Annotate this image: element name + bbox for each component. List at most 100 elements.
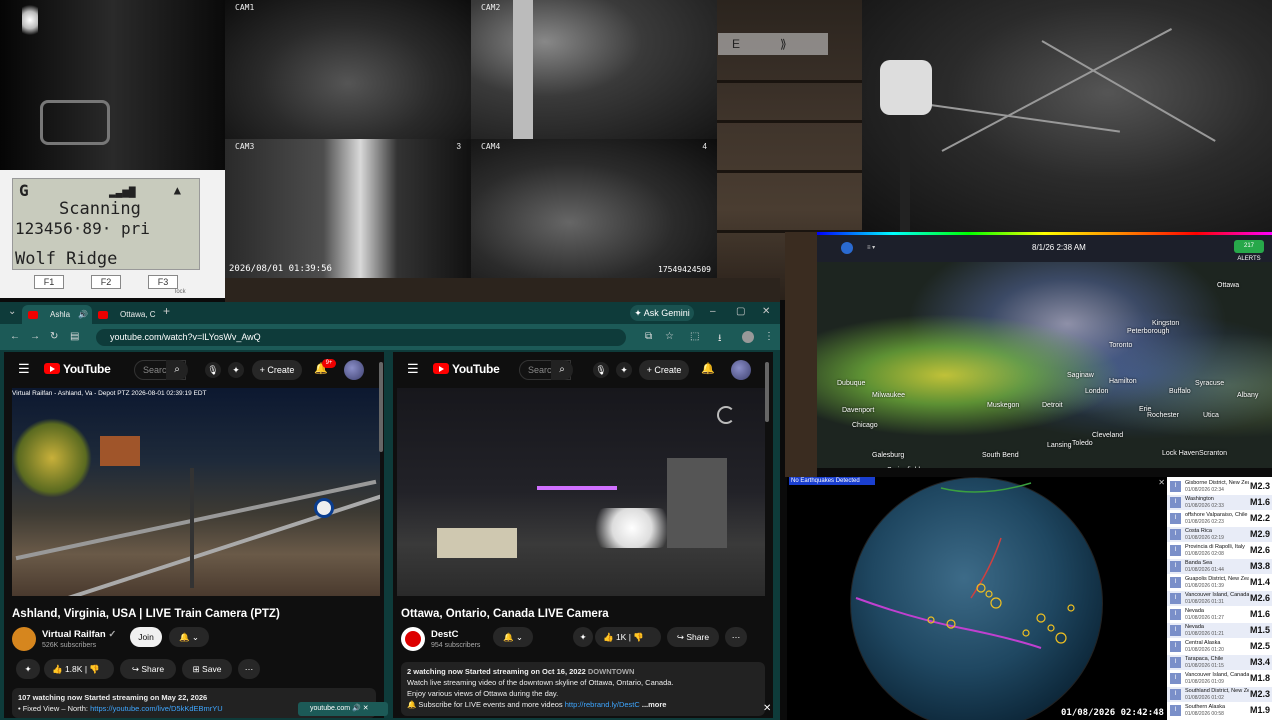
mic-icon[interactable]: 🎙 (593, 362, 609, 378)
search-button[interactable]: ⌕ (551, 360, 573, 380)
hamburger-menu-icon[interactable]: ☰ (18, 361, 30, 377)
quake-time: 01/08/2026 02:33 (1185, 503, 1224, 509)
more-actions-icon[interactable]: ⋯ (238, 659, 260, 679)
tab-ottawa[interactable]: Ottawa, C ✕ (92, 305, 158, 338)
description-line-3: Enjoy various views of Ottawa during the… (407, 689, 559, 698)
youtube-logo[interactable]: YouTube (44, 362, 111, 376)
quake-list-item[interactable]: I Provincia di Rapolli, Italy 01/08/2026 0… (1167, 543, 1272, 558)
quake-list-item[interactable]: I Central Alaska 01/08/2026 01:20 M2.5 (1167, 639, 1272, 654)
quake-list-item[interactable]: Ioffshore Valparaiso, Chile 01/08/2026 02… (1167, 511, 1272, 526)
quake-list-item[interactable]: I Tarapaca, Chile 01/08/2026 01:15 M3.4 (1167, 655, 1272, 670)
save-button[interactable]: ⊞ Save (182, 659, 232, 679)
back-arrow-icon[interactable]: ← (10, 331, 20, 342)
quake-list-item[interactable]: I Costa Rica 01/08/2026 02:19 M2.9 (1167, 527, 1272, 542)
radar-map[interactable]: Ottawa Kingston Peterborough Toronto Hamilto… (817, 262, 1272, 468)
scrollbar[interactable] (379, 362, 383, 452)
ai-summary-button[interactable]: ✦ (573, 627, 593, 647)
radar-menu[interactable]: ≡ ▾ (867, 244, 875, 251)
mic-icon[interactable]: 🎙 (205, 362, 221, 378)
quake-list-item[interactable]: I Vancouver Island, Canada r...01/08/2026… (1167, 671, 1272, 686)
hamburger-menu-icon[interactable]: ☰ (407, 361, 419, 377)
menu-dots-icon[interactable]: ⋮ (764, 331, 774, 342)
create-button[interactable]: + Create (252, 360, 302, 380)
video-overlay-text: Virtual Railfan - Ashland, Va - Depot PT… (12, 390, 207, 397)
scanner-f1-key[interactable]: F1 (34, 275, 64, 289)
scrollbar[interactable] (765, 362, 769, 422)
ai-sparkle-icon[interactable]: ✦ (228, 362, 244, 378)
share-label: Share (141, 664, 165, 674)
cam4-feed: CAM4 4 17549424509 (471, 139, 717, 278)
rebrand-link[interactable]: http://rebrand.ly/DestC (565, 700, 640, 709)
profile-avatar[interactable] (742, 331, 754, 343)
channel-avatar[interactable] (12, 627, 36, 651)
cast-icon[interactable]: ⧉ (645, 331, 652, 342)
sidebar-icon[interactable]: ▤ (70, 331, 79, 342)
channel-name[interactable]: DestC (431, 629, 458, 640)
subscribed-bell-button[interactable]: 🔔 ⌄ (169, 627, 209, 647)
create-button[interactable]: + Create (639, 360, 689, 380)
tree-trunk (513, 0, 533, 139)
scanner-f2-key[interactable]: F2 (91, 275, 121, 289)
close-window-icon[interactable]: ✕ (762, 306, 770, 317)
video-player-ottawa[interactable] (397, 388, 765, 596)
quake-list-item[interactable]: I Nevada 01/08/2026 01:21 M1.5 (1167, 623, 1272, 638)
radar-city-label: Kingston (1152, 320, 1180, 327)
quake-list-item[interactable]: I Southern Alaska 01/08/2026 00:58 M1.9 (1167, 703, 1272, 718)
youtube-play-icon (433, 363, 449, 374)
ask-gemini-button[interactable]: ✦ Ask Gemini (630, 305, 694, 321)
quake-list-item[interactable]: I Nevada 01/08/2026 01:27 M1.6 (1167, 607, 1272, 622)
video-description[interactable]: 2 watching now Started streaming on Oct … (401, 662, 765, 716)
new-tab-icon[interactable]: + (163, 304, 170, 318)
close-panel-icon[interactable]: ✕ (763, 703, 771, 714)
ai-summary-button[interactable]: ✦ (16, 659, 40, 679)
notification-bell-icon[interactable]: 🔔 (701, 362, 715, 375)
maximize-icon[interactable]: ▢ (736, 306, 745, 317)
scanner-f3-key[interactable]: F3 (148, 275, 178, 289)
ai-sparkle-icon[interactable]: ✦ (616, 362, 632, 378)
share-button[interactable]: ↪ Share (667, 627, 719, 647)
radar-logo-icon[interactable] (841, 242, 853, 254)
quake-list-item[interactable]: I Southland District, New Zeal...01/08/20… (1167, 687, 1272, 702)
scanner-line2: Scanning (59, 199, 141, 219)
close-panel-icon[interactable]: ✕ (1158, 478, 1165, 487)
url-field[interactable]: youtube.com/watch?v=lLYosWv_AwQ (96, 329, 626, 346)
earth-globe[interactable] (850, 477, 1103, 720)
download-icon[interactable]: ⭳ (718, 331, 722, 348)
extensions-icon[interactable]: ⬚ (690, 331, 699, 342)
minimize-icon[interactable]: – (710, 306, 716, 317)
description-tag[interactable]: DOWNTOWN (588, 667, 635, 676)
channel-avatar[interactable] (401, 627, 425, 651)
lock-label: lock (175, 289, 186, 295)
quake-location: Costa Rica (1185, 528, 1212, 534)
youtube-logo[interactable]: YouTube (433, 362, 500, 376)
search-button[interactable]: ⌕ (166, 360, 188, 380)
quake-list-item[interactable]: I Gisborne District, New Zeal...01/08/202… (1167, 479, 1272, 494)
like-button[interactable]: 👍 1.8K | 👎 (44, 659, 114, 679)
video-player-ashland[interactable]: Virtual Railfan - Ashland, Va - Depot PT… (12, 388, 380, 596)
tab-ashland[interactable]: Ashla 🔊 (22, 305, 92, 324)
quake-list-item[interactable]: I Washington 01/08/2026 02:33 M1.6 (1167, 495, 1272, 510)
fixed-view-link[interactable]: https://youtube.com/live/D5kKdEBmrYU (90, 704, 223, 713)
account-avatar[interactable] (344, 360, 364, 380)
quake-list-item[interactable]: I Vancouver Island, Canada r...01/08/2026… (1167, 591, 1272, 606)
forward-arrow-icon[interactable]: → (30, 331, 40, 342)
bookmark-star-icon[interactable]: ☆ (665, 331, 674, 342)
reload-icon[interactable]: ↻ (50, 331, 58, 342)
more-link[interactable]: ...more (642, 700, 667, 709)
like-button[interactable]: 👍 1K | 👎 (595, 627, 661, 647)
tab-list-chevron-icon[interactable]: ⌄ (8, 306, 16, 317)
radar-toolbar: ≡ ▾ 8/1/26 2:38 AM 217 ALERTS (817, 232, 1272, 262)
quake-list-item[interactable]: I Banda Sea 01/08/2026 01:44 M3.8 (1167, 559, 1272, 574)
download-popup[interactable]: youtube.com 🔊 ✕ (298, 702, 388, 716)
radar-city-label: Ottawa (1217, 282, 1240, 289)
join-button[interactable]: Join (130, 627, 162, 647)
quake-list-item[interactable]: I Guapolis District, New Zeal... 01/08/202… (1167, 575, 1272, 590)
alerts-badge[interactable]: 217 ALERTS (1234, 240, 1264, 262)
description-stats: 2 watching now Started streaming on Oct … (407, 667, 588, 676)
channel-name[interactable]: Virtual Railfan ✓ (42, 629, 116, 640)
more-actions-icon[interactable]: ⋯ (725, 627, 747, 647)
account-avatar[interactable] (731, 360, 751, 380)
share-button[interactable]: ↪ Share (120, 659, 176, 679)
subscribed-bell-button[interactable]: 🔔 ⌄ (493, 627, 533, 647)
scanner-line4: Wolf Ridge (15, 249, 118, 269)
